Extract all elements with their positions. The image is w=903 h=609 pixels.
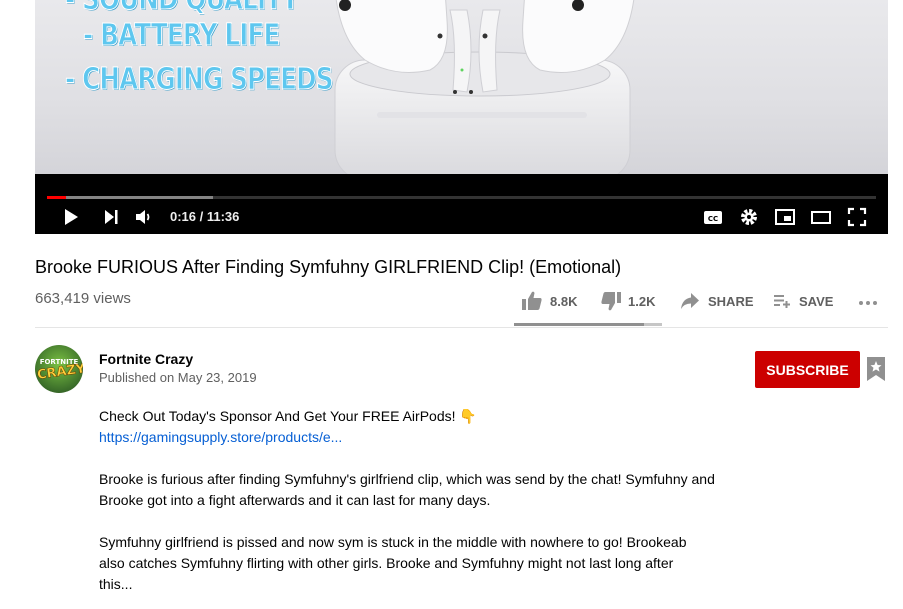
captions-icon[interactable]: CC — [703, 207, 723, 227]
video-overlay-line: - CHARGING SPEEDS — [65, 62, 334, 98]
video-title: Brooke FURIOUS After Finding Symfuhny GI… — [35, 257, 622, 277]
publish-date: Published on May 23, 2019 — [99, 370, 257, 385]
time-display: 0:16 / 11:36 — [170, 209, 240, 224]
video-frame[interactable]: - SOUND QUALITY - BATTERY LIFE - CHARGIN… — [35, 0, 888, 174]
divider — [35, 327, 888, 328]
save-button[interactable]: SAVE — [773, 290, 833, 312]
share-label: SHARE — [708, 293, 754, 309]
subscribe-button[interactable]: SUBSCRIBE — [755, 351, 860, 388]
settings-icon[interactable] — [739, 207, 759, 227]
share-button[interactable]: SHARE — [680, 290, 754, 312]
like-button[interactable]: 8.8K — [521, 290, 577, 312]
svg-text:CC: CC — [708, 215, 718, 223]
video-player[interactable]: - SOUND QUALITY - BATTERY LIFE - CHARGIN… — [35, 0, 888, 234]
sentiment-like-portion — [514, 323, 645, 326]
sponsor-link[interactable]: https://gamingsupply.store/products/e... — [99, 429, 342, 445]
theater-icon[interactable] — [811, 207, 831, 227]
progress-bar[interactable] — [47, 196, 876, 199]
avatar[interactable]: FORTNITE CRAZY — [35, 345, 83, 393]
video-overlay-line: - BATTERY LIFE — [83, 18, 281, 54]
fullscreen-icon[interactable] — [847, 207, 867, 227]
volume-icon[interactable] — [134, 207, 154, 227]
like-count: 8.8K — [550, 293, 578, 309]
miniplayer-icon[interactable] — [775, 207, 795, 227]
channel-name[interactable]: Fortnite Crazy — [99, 351, 193, 367]
more-actions-button[interactable] — [858, 290, 878, 312]
sentiment-bar — [514, 323, 662, 326]
share-icon — [681, 293, 699, 309]
dislike-button[interactable]: 1.2K — [600, 290, 655, 312]
description-paragraph: Brooke is furious after finding Symfuhny… — [99, 471, 715, 508]
description-line: Check Out Today's Sponsor And Get Your F… — [99, 408, 477, 424]
next-icon[interactable] — [101, 207, 121, 227]
play-icon[interactable] — [61, 207, 81, 227]
thumbs-down-icon — [601, 292, 621, 311]
save-label: SAVE — [799, 293, 834, 309]
dislike-count: 1.2K — [628, 293, 656, 309]
description-paragraph: Symfuhny girlfriend is pissed and now sy… — [99, 534, 687, 592]
thumbs-up-icon — [522, 291, 542, 310]
progress-buffer — [47, 196, 213, 199]
view-count: 663,419 views — [35, 290, 131, 307]
video-overlay-line: - SOUND QUALITY — [65, 0, 300, 18]
progress-played — [47, 196, 66, 199]
description-link-row: https://gamingsupply.store/products/e... — [99, 427, 729, 448]
player-controls: 0:16 / 11:36 CC — [35, 174, 888, 234]
playlist-add-icon — [774, 295, 790, 308]
more-icon — [859, 301, 877, 305]
notification-bell-icon[interactable] — [867, 357, 885, 381]
